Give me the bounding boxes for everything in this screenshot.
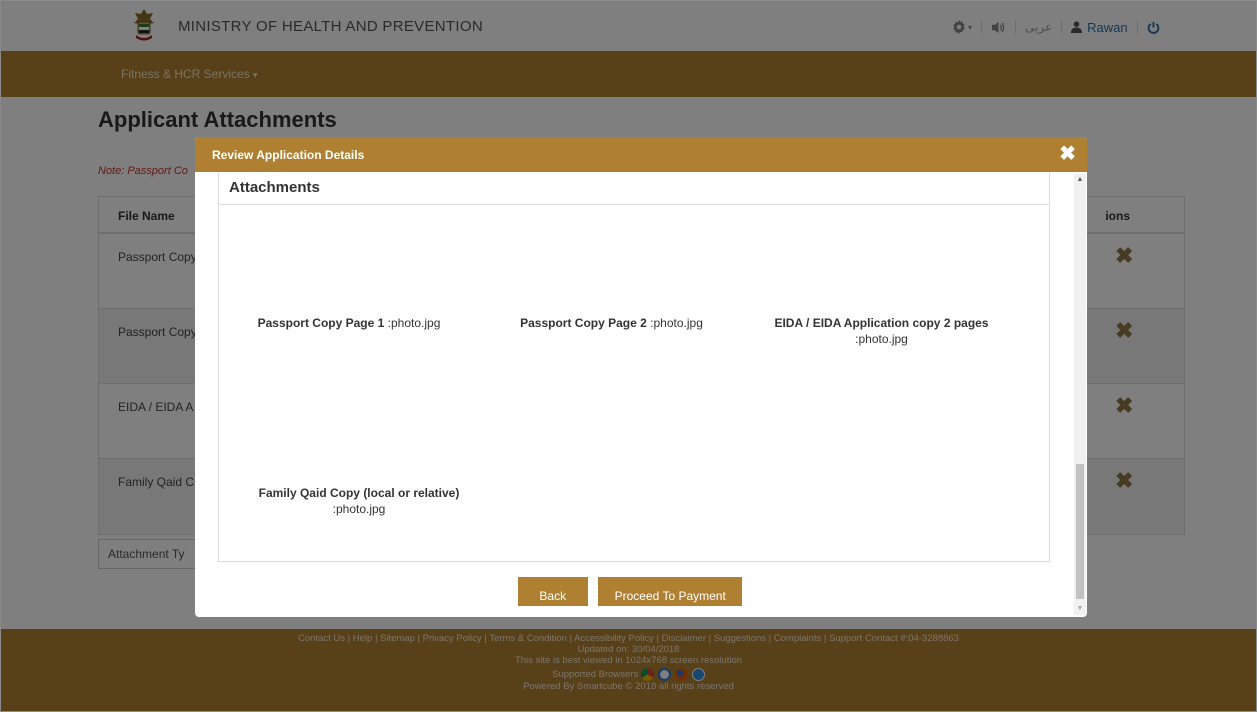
attachment-item-passport-page-2[interactable]: Passport Copy Page 2 :photo.jpg	[499, 315, 724, 331]
modal-scrollbar[interactable]: ▲ ▼	[1074, 174, 1086, 615]
scrollbar-thumb[interactable]	[1076, 464, 1084, 599]
attachment-label: Passport Copy Page 1	[257, 316, 385, 330]
review-application-modal: Review Application Details ✖ Attachments…	[195, 137, 1087, 617]
proceed-to-payment-button[interactable]: Proceed To Payment	[598, 577, 743, 606]
scroll-down-arrow-icon[interactable]: ▼	[1074, 603, 1086, 615]
attachment-file: :photo.jpg	[387, 316, 441, 330]
attachment-file: :photo.jpg	[855, 332, 908, 346]
attachment-item-family-qaid[interactable]: Family Qaid Copy (local or relative) :ph…	[244, 485, 474, 517]
attachment-file: :photo.jpg	[332, 502, 386, 516]
modal-actions: Back Proceed To Payment	[195, 577, 1065, 606]
modal-body: Attachments Passport Copy Page 1 :photo.…	[195, 172, 1087, 617]
attachment-label: EIDA / EIDA Application copy 2 pages	[774, 316, 989, 330]
attachment-label: Passport Copy Page 2	[520, 316, 647, 330]
modal-title: Review Application Details	[212, 148, 365, 162]
scroll-up-arrow-icon[interactable]: ▲	[1074, 174, 1086, 186]
attachment-label: Family Qaid Copy (local or relative)	[258, 486, 460, 500]
attachment-item-passport-page-1[interactable]: Passport Copy Page 1 :photo.jpg	[239, 315, 459, 331]
page-frame: MINISTRY OF HEALTH AND PREVENTION ▾ عربى	[0, 0, 1257, 712]
attachments-panel: Attachments Passport Copy Page 1 :photo.…	[218, 172, 1050, 562]
attachment-file: :photo.jpg	[650, 316, 703, 330]
back-button[interactable]: Back	[517, 577, 588, 606]
modal-header: Review Application Details ✖	[195, 137, 1087, 172]
attachments-heading: Attachments	[219, 172, 1049, 205]
attachment-item-eida[interactable]: EIDA / EIDA Application copy 2 pages :ph…	[744, 315, 1019, 347]
close-icon[interactable]: ✖	[1059, 143, 1076, 165]
